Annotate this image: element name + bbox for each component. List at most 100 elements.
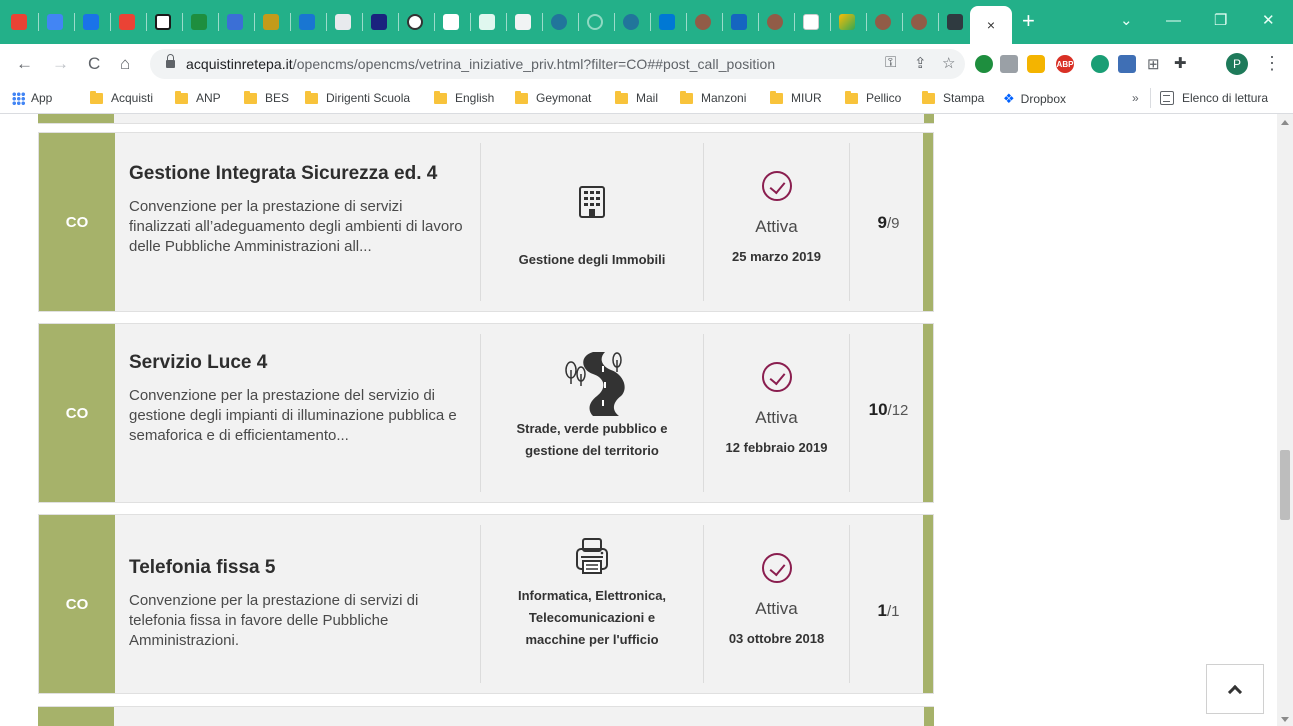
scroll-thumb[interactable] xyxy=(1280,450,1290,520)
tab-calendar[interactable] xyxy=(76,9,106,35)
tab-4[interactable] xyxy=(148,9,178,35)
tab-search[interactable] xyxy=(580,9,610,35)
address-bar[interactable]: acquistinretepa.it/opencms/opencms/vetri… xyxy=(150,49,965,79)
building-icon xyxy=(579,186,605,218)
tab-9[interactable] xyxy=(328,9,358,35)
home-button[interactable]: ⌂ xyxy=(120,54,130,74)
url-path: /opencms/opencms/vetrina_iniziative_priv… xyxy=(292,56,776,72)
extension-grammar-icon[interactable] xyxy=(1091,55,1109,73)
bookmarks-bar: App Acquisti ANP BES Dirigenti Scuola En… xyxy=(0,84,1293,114)
bookmark-mail[interactable]: Mail xyxy=(615,90,658,105)
site-icon xyxy=(515,14,531,30)
restore-button[interactable]: ❐ xyxy=(1214,12,1227,30)
chevron-up-icon xyxy=(1227,684,1243,700)
tab-18[interactable] xyxy=(688,9,718,35)
bookmark-bes[interactable]: BES xyxy=(244,90,289,105)
page-scrollbar[interactable] xyxy=(1277,114,1293,726)
bookmark-stampa[interactable]: Stampa xyxy=(922,90,984,105)
reading-list-button[interactable]: Elenco di lettura xyxy=(1160,91,1268,105)
tab-24[interactable] xyxy=(904,9,934,35)
key-icon[interactable]: ⚿ xyxy=(885,54,896,71)
tab-5[interactable] xyxy=(184,9,214,35)
tab-6[interactable] xyxy=(220,9,250,35)
extension-inbox-icon[interactable] xyxy=(1118,55,1136,73)
tab-21[interactable] xyxy=(796,9,826,35)
status-block: Attiva 25 marzo 2019 xyxy=(704,171,849,264)
type-badge: CO xyxy=(39,324,115,502)
card-title[interactable]: Telefonia fissa 5 xyxy=(129,557,275,579)
initiative-card[interactable]: CO Gestione Integrata Sicurezza ed. 4 Co… xyxy=(38,132,934,312)
bookmark-manzoni[interactable]: Manzoni xyxy=(680,90,746,105)
bookmarks-more-button[interactable]: » xyxy=(1132,91,1139,105)
extension-shield-icon[interactable] xyxy=(1000,55,1018,73)
tab-wordpress-2[interactable] xyxy=(616,9,646,35)
tab-8[interactable] xyxy=(292,9,322,35)
status-text: Attiva xyxy=(755,599,798,618)
share-icon[interactable]: ⇪ xyxy=(914,54,927,72)
category-label-line2: gestione del territorio xyxy=(525,443,659,458)
tab-11[interactable] xyxy=(400,9,430,35)
initiative-card[interactable]: CO Telefonia fissa 5 Convenzione per la … xyxy=(38,514,934,694)
tab-1[interactable] xyxy=(40,9,70,35)
tab-7[interactable] xyxy=(256,9,286,35)
scroll-down-arrow-icon[interactable] xyxy=(1281,717,1289,722)
tab-13[interactable] xyxy=(472,9,502,35)
category-label: Gestione degli Immobili xyxy=(518,252,666,267)
status-block: Attiva 03 ottobre 2018 xyxy=(704,553,849,646)
tab-14[interactable] xyxy=(508,9,538,35)
close-window-button[interactable]: ✕ xyxy=(1262,12,1275,30)
scroll-up-arrow-icon[interactable] xyxy=(1281,120,1289,125)
reload-button[interactable]: C xyxy=(88,54,100,74)
forward-button[interactable]: → xyxy=(52,54,69,74)
profile-avatar[interactable]: P xyxy=(1226,53,1248,75)
tab-gmail[interactable] xyxy=(4,9,34,35)
tab-19[interactable] xyxy=(724,9,754,35)
minimize-button[interactable]: — xyxy=(1166,12,1181,30)
bookmark-geymonat[interactable]: Geymonat xyxy=(515,90,591,105)
tab-22[interactable] xyxy=(832,9,862,35)
folder-icon xyxy=(175,90,188,104)
category-label-line1: Strade, verde pubblico e xyxy=(516,421,668,436)
plus-icon xyxy=(191,14,207,30)
tab-gmail-2[interactable] xyxy=(112,9,142,35)
card-title[interactable]: Gestione Integrata Sicurezza ed. 4 xyxy=(129,163,437,185)
wordpress-icon xyxy=(623,14,639,30)
bookmark-english[interactable]: English xyxy=(434,90,494,105)
bookmark-anp[interactable]: ANP xyxy=(175,90,221,105)
star-icon[interactable]: ☆ xyxy=(942,54,955,72)
tab-outlook[interactable] xyxy=(652,9,682,35)
tab-12[interactable] xyxy=(436,9,466,35)
back-button[interactable]: ← xyxy=(16,54,33,74)
tab-20[interactable] xyxy=(760,9,790,35)
tab-25[interactable] xyxy=(940,9,970,35)
initiative-card[interactable]: CO Servizio Luce 4 Convenzione per la pr… xyxy=(38,323,934,503)
tab-wordpress[interactable] xyxy=(544,9,574,35)
chevron-down-icon[interactable]: ⌄ xyxy=(1120,12,1133,30)
grid-icon[interactable]: ⊞ xyxy=(1147,55,1160,73)
status-date: 25 marzo 2019 xyxy=(732,249,821,264)
url-text[interactable]: acquistinretepa.it/opencms/opencms/vetri… xyxy=(186,56,775,72)
tab-10[interactable] xyxy=(364,9,394,35)
extension-thumb-icon[interactable] xyxy=(1027,55,1045,73)
puzzle-icon[interactable]: ✚ xyxy=(1174,54,1187,72)
next-card-edge xyxy=(38,706,934,726)
card-title[interactable]: Servizio Luce 4 xyxy=(129,352,267,374)
apps-grid-icon xyxy=(12,91,25,105)
extension-green-icon[interactable] xyxy=(975,55,993,73)
adblock-icon[interactable]: ABP xyxy=(1056,55,1074,73)
tab-active[interactable]: × xyxy=(970,6,1012,44)
folder-icon xyxy=(434,90,447,104)
folder-icon xyxy=(922,90,935,104)
status-text: Attiva xyxy=(755,408,798,427)
tab-23[interactable] xyxy=(868,9,898,35)
close-tab-icon[interactable]: × xyxy=(987,17,995,33)
bookmark-miur[interactable]: MIUR xyxy=(770,90,822,105)
bookmark-dirigenti-scuola[interactable]: Dirigenti Scuola xyxy=(305,90,410,105)
back-to-top-button[interactable] xyxy=(1206,664,1264,714)
bookmark-acquisti[interactable]: Acquisti xyxy=(90,90,153,105)
bookmark-apps[interactable]: App xyxy=(12,91,52,105)
menu-kebab-icon[interactable]: ⋮ xyxy=(1263,53,1281,73)
new-tab-button[interactable]: + xyxy=(1022,10,1035,32)
bookmark-pellico[interactable]: Pellico xyxy=(845,90,901,105)
bookmark-dropbox[interactable]: ❖ Dropbox xyxy=(1003,91,1066,107)
